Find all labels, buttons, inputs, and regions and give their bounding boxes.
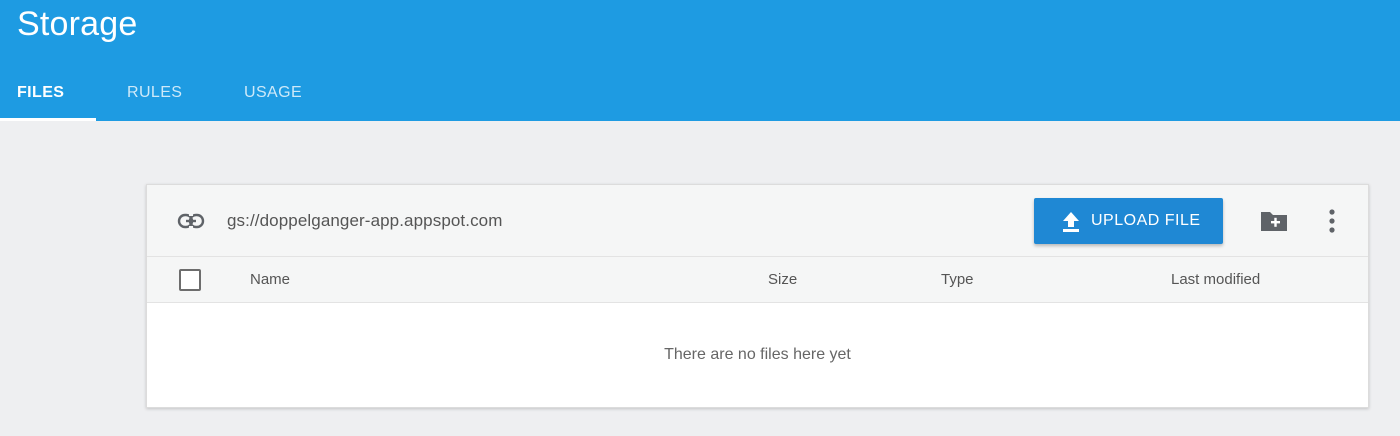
file-table-header: Name Size Type Last modified bbox=[147, 257, 1368, 303]
column-header-size[interactable]: Size bbox=[768, 271, 797, 288]
tab-rules[interactable]: RULES bbox=[127, 72, 207, 121]
column-header-name[interactable]: Name bbox=[250, 271, 290, 288]
tab-bar: FILES RULES USAGE bbox=[0, 72, 1400, 121]
tab-files[interactable]: FILES bbox=[0, 72, 96, 121]
upload-file-label: UPLOAD FILE bbox=[1091, 212, 1201, 229]
app-bar: Storage FILES RULES USAGE bbox=[0, 0, 1400, 121]
upload-file-button[interactable]: UPLOAD FILE bbox=[1034, 198, 1223, 244]
empty-state-message: There are no files here yet bbox=[664, 346, 851, 363]
bucket-url[interactable]: gs://doppelganger-app.appspot.com bbox=[227, 211, 503, 231]
page-title: Storage bbox=[17, 5, 138, 43]
column-header-last-modified[interactable]: Last modified bbox=[1171, 271, 1260, 288]
new-folder-icon[interactable] bbox=[1259, 207, 1289, 235]
link-icon bbox=[177, 210, 205, 232]
select-all-checkbox[interactable] bbox=[179, 269, 201, 291]
bucket-toolbar: gs://doppelganger-app.appspot.com UPLOAD… bbox=[147, 185, 1368, 257]
tab-usage[interactable]: USAGE bbox=[244, 72, 324, 121]
column-header-type[interactable]: Type bbox=[941, 271, 974, 288]
file-browser-card: gs://doppelganger-app.appspot.com UPLOAD… bbox=[146, 184, 1369, 408]
active-tab-indicator bbox=[0, 118, 96, 121]
more-vertical-icon[interactable] bbox=[1322, 207, 1342, 235]
upload-icon bbox=[1061, 211, 1081, 233]
